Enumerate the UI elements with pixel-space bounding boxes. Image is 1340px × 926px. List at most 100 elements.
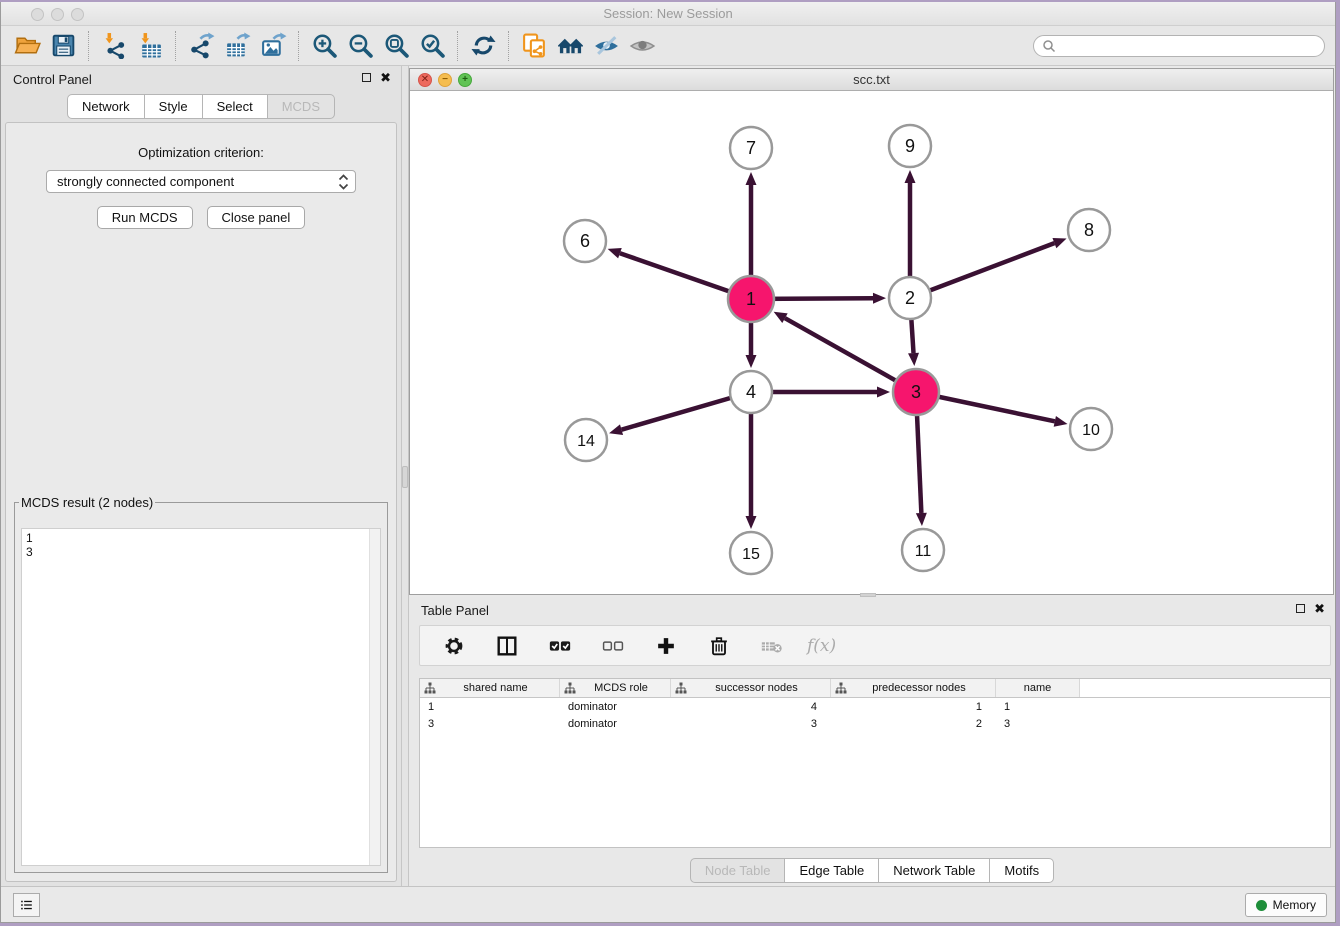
close-table-panel-icon[interactable]: ✖: [1314, 603, 1325, 614]
run-mcds-button[interactable]: Run MCDS: [97, 206, 193, 229]
graph-node-9[interactable]: 9: [889, 125, 931, 167]
search-input[interactable]: [1056, 38, 1316, 54]
column-header-name[interactable]: name: [996, 679, 1080, 697]
graph-node-8[interactable]: 8: [1068, 209, 1110, 251]
column-type-icon: [835, 682, 847, 694]
open-session-button[interactable]: [9, 30, 45, 62]
delete-table-button[interactable]: [754, 630, 790, 662]
node-table[interactable]: shared nameMCDS rolesuccessor nodesprede…: [419, 678, 1331, 848]
network-graph[interactable]: 1 2 3 4 6 7 8 9 10 11 14 15: [410, 91, 1333, 595]
tab-mcds[interactable]: MCDS: [268, 94, 335, 119]
cell-shared-name[interactable]: 3: [420, 715, 560, 732]
graph-node-4[interactable]: 4: [730, 371, 772, 413]
first-neighbors-button[interactable]: [552, 30, 588, 62]
save-floppy-icon: [50, 32, 77, 59]
edge-arrowhead: [1054, 416, 1068, 427]
refresh-layout-button[interactable]: [465, 30, 501, 62]
select-all-button[interactable]: [542, 630, 578, 662]
graph-node-14[interactable]: 14: [565, 419, 607, 461]
import-network-button[interactable]: [96, 30, 132, 62]
cell-name[interactable]: 3: [996, 715, 1080, 732]
graph-node-11[interactable]: 11: [902, 529, 944, 571]
table-row[interactable]: 1dominator411: [420, 698, 1330, 715]
cell-successor-nodes[interactable]: 4: [671, 698, 831, 715]
criterion-dropdown[interactable]: strongly connected component: [46, 170, 356, 193]
status-bar: Memory: [1, 886, 1335, 922]
import-table-button[interactable]: [132, 30, 168, 62]
table-header-row: shared nameMCDS rolesuccessor nodesprede…: [420, 679, 1330, 698]
cell-shared-name[interactable]: 1: [420, 698, 560, 715]
edge-arrowhead: [746, 516, 757, 529]
cell-mcds-role[interactable]: dominator: [560, 698, 671, 715]
close-panel-icon[interactable]: ✖: [380, 72, 391, 83]
graph-node-1[interactable]: 1: [728, 276, 774, 322]
task-history-button[interactable]: [13, 893, 40, 917]
tab-style[interactable]: Style: [145, 94, 203, 119]
edge-arrowhead: [609, 424, 623, 435]
column-header-shared-name[interactable]: shared name: [420, 679, 560, 697]
toolbar-separator: [508, 31, 509, 61]
edge-2-8[interactable]: [910, 243, 1054, 298]
zoom-fit-button[interactable]: [378, 30, 414, 62]
column-header-mcds-role[interactable]: MCDS role: [560, 679, 671, 697]
edge-arrowhead: [873, 293, 886, 304]
zoom-selected-button[interactable]: [414, 30, 450, 62]
deselect-all-button[interactable]: [595, 630, 631, 662]
column-header-successor-nodes[interactable]: successor nodes: [671, 679, 831, 697]
cell-mcds-role[interactable]: dominator: [560, 715, 671, 732]
network-window-titlebar[interactable]: ✕ − + scc.txt: [410, 69, 1333, 91]
tab-select[interactable]: Select: [203, 94, 268, 119]
table-row[interactable]: 3dominator323: [420, 715, 1330, 732]
add-row-button[interactable]: [648, 630, 684, 662]
column-settings-button[interactable]: [436, 630, 472, 662]
network-canvas[interactable]: 1 2 3 4 6 7 8 9 10 11 14 15: [410, 91, 1333, 594]
delete-row-button[interactable]: [701, 630, 737, 662]
node-label: 1: [746, 289, 756, 309]
hide-selected-button[interactable]: [588, 30, 624, 62]
cell-predecessor-nodes[interactable]: 2: [831, 715, 996, 732]
result-scrollbar[interactable]: [369, 529, 380, 865]
graph-node-15[interactable]: 15: [730, 532, 772, 574]
zoom-out-button[interactable]: [342, 30, 378, 62]
zoom-in-button[interactable]: [306, 30, 342, 62]
tab-network[interactable]: Network: [67, 94, 145, 119]
function-builder-button[interactable]: f(x): [807, 636, 836, 656]
copy-network-button[interactable]: [516, 30, 552, 62]
cell-successor-nodes[interactable]: 3: [671, 715, 831, 732]
import-network-icon: [101, 32, 128, 59]
splitter-grip[interactable]: [402, 466, 408, 488]
memory-button[interactable]: Memory: [1245, 893, 1327, 917]
houses-icon: [557, 32, 584, 59]
tab-edge-table[interactable]: Edge Table: [785, 858, 879, 883]
column-header-predecessor-nodes[interactable]: predecessor nodes: [831, 679, 996, 697]
network-view-window: ✕ − + scc.txt 1 2 3 4 6 7 8 9 10 11 14 15: [409, 68, 1334, 595]
graph-node-7[interactable]: 7: [730, 127, 772, 169]
search-field[interactable]: [1033, 35, 1325, 57]
export-image-button[interactable]: [255, 30, 291, 62]
node-label: 11: [915, 543, 932, 560]
graph-node-6[interactable]: 6: [564, 220, 606, 262]
float-panel-icon[interactable]: [362, 73, 371, 82]
graph-node-3[interactable]: 3: [893, 369, 939, 415]
export-table-button[interactable]: [219, 30, 255, 62]
dropdown-stepper-icon: [338, 174, 349, 190]
save-session-button[interactable]: [45, 30, 81, 62]
vertical-splitter[interactable]: [401, 66, 409, 886]
tab-motifs[interactable]: Motifs: [990, 858, 1054, 883]
cell-predecessor-nodes[interactable]: 1: [831, 698, 996, 715]
tab-network-table[interactable]: Network Table: [879, 858, 990, 883]
close-panel-button[interactable]: Close panel: [207, 206, 306, 229]
graph-node-2[interactable]: 2: [889, 277, 931, 319]
zoom-fit-icon: [383, 32, 410, 59]
float-table-panel-icon[interactable]: [1296, 604, 1305, 613]
column-type-icon: [424, 682, 436, 694]
tab-node-table[interactable]: Node Table: [690, 858, 786, 883]
show-all-button[interactable]: [624, 30, 660, 62]
cell-name[interactable]: 1: [996, 698, 1080, 715]
table-panel-title: Table Panel: [421, 603, 489, 618]
node-label: 2: [905, 288, 915, 308]
graph-node-10[interactable]: 10: [1070, 408, 1112, 450]
export-network-button[interactable]: [183, 30, 219, 62]
column-view-button[interactable]: [489, 630, 525, 662]
optimization-criterion-label: Optimization criterion:: [6, 145, 396, 160]
